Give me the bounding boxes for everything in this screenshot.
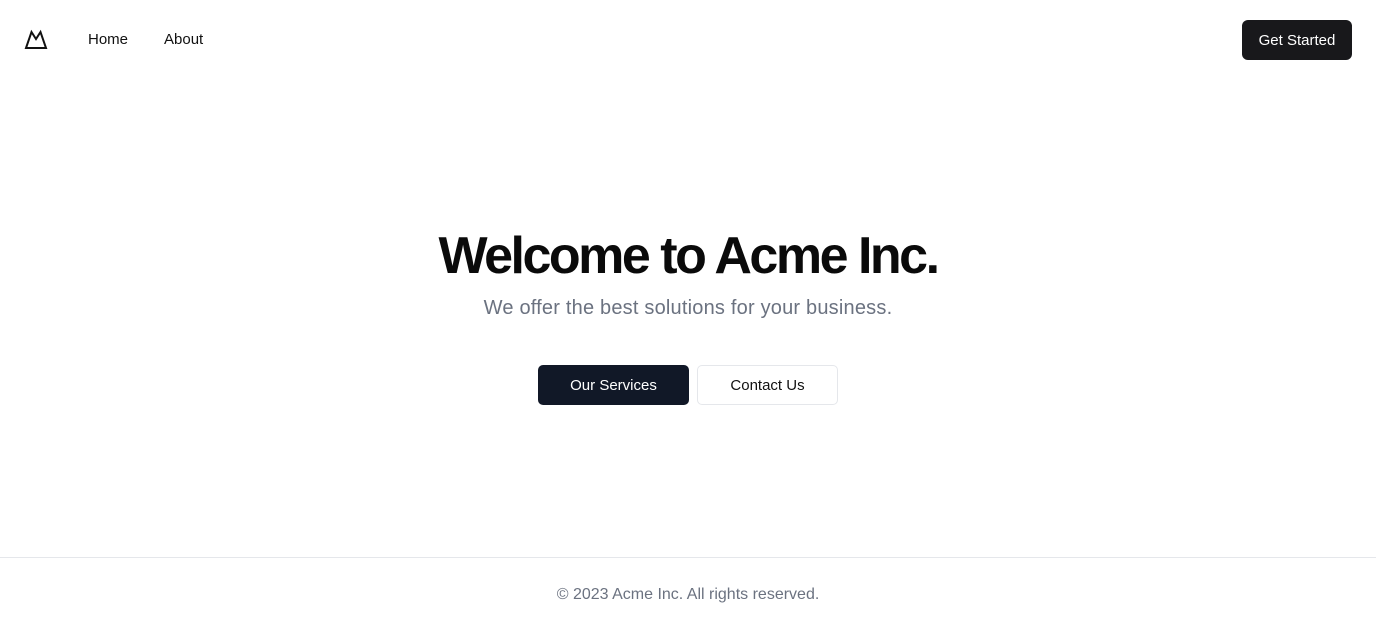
contact-us-button[interactable]: Contact Us [697,365,838,405]
landing-page: Home About Get Started Welcome to Acme I… [0,0,1376,630]
main-nav: Home About [88,30,203,50]
hero-section: Welcome to Acme Inc. We offer the best s… [0,226,1376,405]
get-started-button[interactable]: Get Started [1242,20,1352,60]
hero-actions: Our Services Contact Us [0,365,1376,405]
hero-subtitle: We offer the best solutions for your bus… [483,297,893,319]
nav-link-about[interactable]: About [164,30,203,50]
mountain-icon[interactable] [24,28,48,52]
copyright-text: © 2023 Acme Inc. All rights reserved. [556,586,820,603]
nav-link-home[interactable]: Home [88,30,128,50]
site-footer: © 2023 Acme Inc. All rights reserved. [0,557,1376,630]
site-header: Home About Get Started [0,0,1376,80]
our-services-button[interactable]: Our Services [538,365,689,405]
hero-title: Welcome to Acme Inc. [438,227,940,285]
